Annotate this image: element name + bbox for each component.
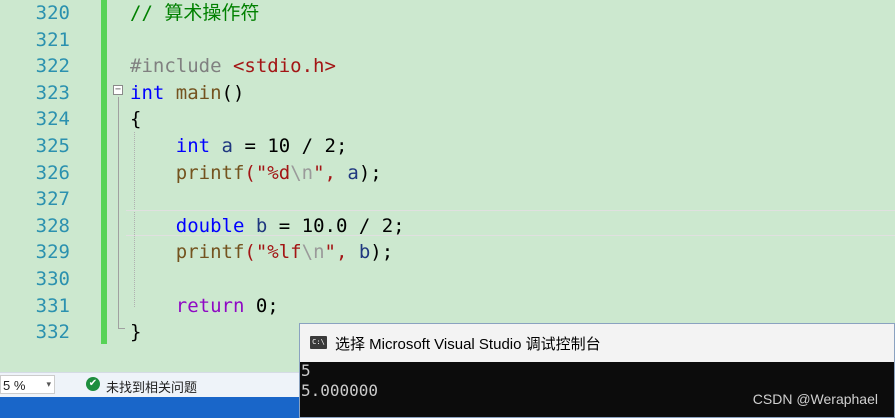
line-number: 320: [35, 2, 70, 24]
code-editor[interactable]: 320 321 322 323 324 325 326 327 328 329 …: [0, 0, 895, 372]
line-number: 327: [35, 188, 70, 211]
function-call: printf: [175, 241, 245, 264]
console-app-icon: C:\: [310, 336, 327, 349]
format-specifier: %lf: [267, 241, 302, 264]
line-number: 329: [35, 241, 70, 264]
type-keyword: int: [175, 135, 211, 157]
output-line: 5.000000: [301, 381, 379, 400]
close-brace: }: [130, 321, 142, 344]
variable: b: [358, 241, 371, 264]
type-keyword: double: [175, 214, 245, 237]
type-keyword: int: [130, 81, 165, 104]
open-brace: {: [130, 108, 142, 131]
string-close: ",: [324, 241, 359, 264]
check-circle-icon[interactable]: ✔: [86, 377, 100, 391]
escape-sequence: \n: [301, 241, 325, 264]
string-open: (": [244, 161, 268, 184]
string-open: (": [244, 241, 268, 264]
chevron-down-icon: ▾: [46, 379, 51, 389]
line-number: 332: [35, 321, 70, 344]
code-line-320: // 算术操作符: [130, 0, 259, 27]
console-output[interactable]: 5 5.000000 CSDN @Weraphael: [300, 362, 894, 417]
line-number: 325: [35, 135, 70, 157]
control-keyword: return: [175, 294, 245, 317]
parentheses: (): [221, 81, 245, 104]
function-name: main: [175, 81, 222, 104]
output-panel-strip: [0, 397, 300, 418]
statement-end: );: [370, 241, 394, 264]
line-number: 330: [35, 268, 70, 290]
code-line-324: {: [130, 106, 141, 133]
expression: = 10 / 2;: [233, 135, 348, 157]
line-number: 328: [35, 214, 70, 237]
variable: a: [221, 135, 233, 157]
format-specifier: %d: [267, 161, 291, 184]
code-line-328: double b = 10.0 / 2;: [130, 213, 405, 240]
line-number: 326: [35, 161, 70, 184]
line-number: 323: [35, 81, 70, 104]
code-line-323: int main(): [130, 80, 244, 107]
fold-guide-line: [118, 97, 119, 329]
include-header: <stdio.h>: [232, 55, 336, 78]
zoom-value: 5 %: [3, 378, 26, 393]
escape-sequence: \n: [290, 161, 314, 184]
console-titlebar[interactable]: C:\ 选择 Microsoft Visual Studio 调试控制台: [300, 324, 894, 362]
preprocessor-directive: #include: [130, 55, 222, 78]
fold-guide-end: [118, 328, 125, 329]
line-number: 324: [35, 108, 70, 131]
line-number: 331: [35, 294, 70, 317]
code-line-322: #include <stdio.h>: [130, 53, 336, 80]
code-line-329: printf("%lf\n", b);: [130, 239, 393, 266]
console-title: 选择 Microsoft Visual Studio 调试控制台: [335, 336, 601, 353]
status-bar: 5 % ▾ ✔ 未找到相关问题: [0, 372, 300, 397]
code-line-326: printf("%d\n", a);: [130, 160, 382, 187]
function-call: printf: [175, 161, 245, 184]
variable: a: [347, 161, 359, 184]
return-value: 0;: [244, 294, 279, 317]
watermark: CSDN @Weraphael: [752, 391, 878, 407]
variable: b: [255, 214, 268, 237]
code-line-332: }: [130, 319, 141, 346]
line-number: 321: [35, 28, 70, 51]
statement-end: );: [358, 161, 382, 184]
zoom-dropdown[interactable]: 5 % ▾: [0, 375, 55, 394]
expression: = 10.0 / 2;: [267, 214, 405, 237]
string-close: ",: [313, 161, 348, 184]
change-indicator-bar: [101, 0, 107, 344]
line-number: 322: [35, 55, 70, 78]
collapse-toggle-icon[interactable]: −: [113, 85, 123, 95]
code-line-331: return 0;: [130, 293, 279, 320]
issues-status-text[interactable]: 未找到相关问题: [106, 377, 197, 396]
debug-console-window[interactable]: C:\ 选择 Microsoft Visual Studio 调试控制台 5 5…: [299, 323, 895, 418]
output-line: 5: [301, 361, 311, 380]
comment: // 算术操作符: [130, 2, 260, 24]
code-line-325: int a = 10 / 2;: [130, 133, 348, 160]
